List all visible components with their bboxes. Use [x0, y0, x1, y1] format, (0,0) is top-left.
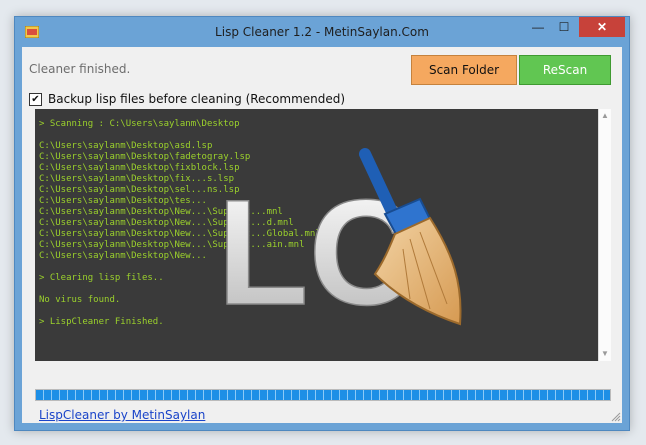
console-line: > Scanning : C:\Users\saylanm\Desktop	[39, 119, 240, 129]
lisp-cleaner-logo: LC	[216, 148, 462, 334]
status-text: Cleaner finished.	[29, 62, 131, 76]
backup-option[interactable]: ✔ Backup lisp files before cleaning (Rec…	[29, 91, 345, 107]
backup-checkbox[interactable]: ✔	[29, 92, 42, 106]
maximize-button[interactable]: ☐	[551, 17, 577, 37]
client-area: Cleaner finished. Scan Folder ReScan ✔ B…	[22, 47, 622, 423]
app-window: Lisp Cleaner 1.2 - MetinSaylan.Com — ☐ ✕…	[14, 16, 630, 431]
title-bar[interactable]: Lisp Cleaner 1.2 - MetinSaylan.Com — ☐ ✕	[15, 17, 629, 47]
progress-fill	[36, 390, 610, 400]
scroll-down-arrow-icon[interactable]: ▼	[599, 347, 611, 361]
minimize-button[interactable]: —	[525, 17, 551, 37]
rescan-button[interactable]: ReScan	[519, 55, 611, 85]
console-output[interactable]: > Scanning : C:\Users\saylanm\Desktop C:\…	[35, 109, 611, 361]
close-button[interactable]: ✕	[579, 17, 625, 37]
progress-bar	[35, 389, 611, 401]
author-link[interactable]: LispCleaner by MetinSaylan	[39, 408, 205, 422]
console-scrollbar[interactable]: ▲ ▼	[598, 109, 611, 361]
backup-checkbox-label[interactable]: Backup lisp files before cleaning (Recom…	[48, 92, 345, 106]
scan-folder-button[interactable]: Scan Folder	[411, 55, 517, 85]
scroll-up-arrow-icon[interactable]: ▲	[599, 109, 611, 123]
resize-grip-icon[interactable]	[610, 411, 621, 422]
